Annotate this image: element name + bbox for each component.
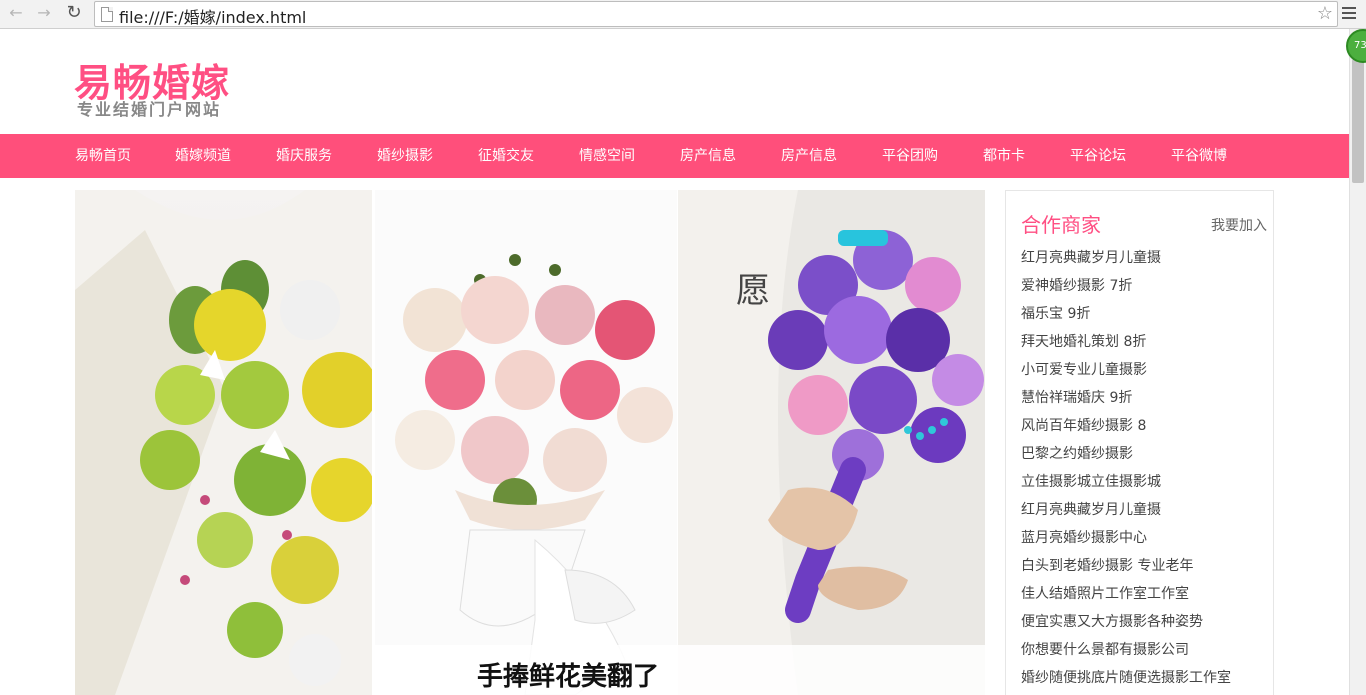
nav-item-emotion[interactable]: 情感空间 bbox=[579, 134, 635, 178]
nav-item-property-2[interactable]: 房产信息 bbox=[781, 134, 837, 178]
partner-item[interactable]: 婚纱随便挑底片随便选摄影工作室 bbox=[1021, 667, 1231, 695]
join-link[interactable]: 我要加入 bbox=[1211, 215, 1267, 235]
url-text[interactable]: file:///F:/婚嫁/index.html bbox=[119, 4, 306, 28]
nav-item-city-card[interactable]: 都市卡 bbox=[983, 134, 1025, 178]
address-bar[interactable]: file:///F:/婚嫁/index.html ☆ bbox=[94, 1, 1338, 27]
partner-item[interactable]: 白头到老婚纱摄影 专业老年 bbox=[1021, 555, 1231, 583]
nav-item-dating[interactable]: 征婚交友 bbox=[478, 134, 534, 178]
reload-icon[interactable]: ↻ bbox=[64, 3, 84, 23]
bookmark-star-icon[interactable]: ☆ bbox=[1317, 3, 1333, 24]
partner-sidebar: 合作商家 我要加入 红月亮典藏岁月儿童摄 爱神婚纱摄影 7折 福乐宝 9折 拜天… bbox=[1005, 190, 1274, 695]
partner-item[interactable]: 爱神婚纱摄影 7折 bbox=[1021, 275, 1231, 303]
partner-item[interactable]: 巴黎之约婚纱摄影 bbox=[1021, 443, 1231, 471]
nav-item-property-1[interactable]: 房产信息 bbox=[680, 134, 736, 178]
partner-item[interactable]: 蓝月亮婚纱摄影中心 bbox=[1021, 527, 1231, 555]
partner-list: 红月亮典藏岁月儿童摄 爱神婚纱摄影 7折 福乐宝 9折 拜天地婚礼策划 8折 小… bbox=[1021, 247, 1231, 695]
nav-item-home[interactable]: 易畅首页 bbox=[75, 134, 131, 178]
bouquet-photo-purple: 愿 bbox=[678, 190, 985, 695]
bouquet-photo-roses bbox=[375, 190, 677, 695]
nav-item-wedding-photo[interactable]: 婚纱摄影 bbox=[377, 134, 433, 178]
nav-item-forum[interactable]: 平谷论坛 bbox=[1070, 134, 1126, 178]
nav-item-wedding-service[interactable]: 婚庆服务 bbox=[276, 134, 332, 178]
sidebar-title: 合作商家 bbox=[1021, 213, 1101, 237]
partner-item[interactable]: 便宜实惠又大方摄影各种姿势 bbox=[1021, 611, 1231, 639]
browser-toolbar: ← → ↻ file:///F:/婚嫁/index.html ☆ bbox=[0, 0, 1366, 29]
banner-caption-bar bbox=[375, 645, 985, 695]
scrollbar-thumb[interactable] bbox=[1352, 59, 1364, 183]
back-arrow-icon[interactable]: ← bbox=[6, 3, 26, 23]
partner-item[interactable]: 小可爱专业儿童摄影 bbox=[1021, 359, 1231, 387]
partner-item[interactable]: 红月亮典藏岁月儿童摄 bbox=[1021, 499, 1231, 527]
main-nav: 易畅首页 婚嫁频道 婚庆服务 婚纱摄影 征婚交友 情感空间 房产信息 房产信息 … bbox=[0, 134, 1349, 178]
nav-item-wedding-channel[interactable]: 婚嫁频道 bbox=[175, 134, 231, 178]
banner-caption: 手捧鲜花美翻了 bbox=[477, 662, 660, 692]
bouquet-photo-green bbox=[75, 190, 372, 695]
nav-item-weibo[interactable]: 平谷微博 bbox=[1171, 134, 1227, 178]
partner-item[interactable]: 风尚百年婚纱摄影 8 bbox=[1021, 415, 1231, 443]
partner-item[interactable]: 福乐宝 9折 bbox=[1021, 303, 1231, 331]
site-logo-subtitle: 专业结婚门户网站 bbox=[77, 100, 222, 119]
page-icon bbox=[101, 7, 113, 22]
photo-watermark-text: 愿 bbox=[736, 271, 770, 311]
browser-menu-icon[interactable] bbox=[1342, 4, 1356, 20]
vertical-scrollbar[interactable] bbox=[1349, 29, 1366, 695]
partner-item[interactable]: 红月亮典藏岁月儿童摄 bbox=[1021, 247, 1231, 275]
partner-item[interactable]: 拜天地婚礼策划 8折 bbox=[1021, 331, 1231, 359]
partner-item[interactable]: 你想要什么景都有摄影公司 bbox=[1021, 639, 1231, 667]
banner-slider[interactable]: 愿 手捧鲜花美翻了 bbox=[75, 190, 985, 695]
nav-item-group-buy[interactable]: 平谷团购 bbox=[882, 134, 938, 178]
forward-arrow-icon[interactable]: → bbox=[34, 3, 54, 23]
partner-item[interactable]: 佳人结婚照片工作室工作室 bbox=[1021, 583, 1231, 611]
partner-item[interactable]: 慧怡祥瑞婚庆 9折 bbox=[1021, 387, 1231, 415]
partner-item[interactable]: 立佳摄影城立佳摄影城 bbox=[1021, 471, 1231, 499]
